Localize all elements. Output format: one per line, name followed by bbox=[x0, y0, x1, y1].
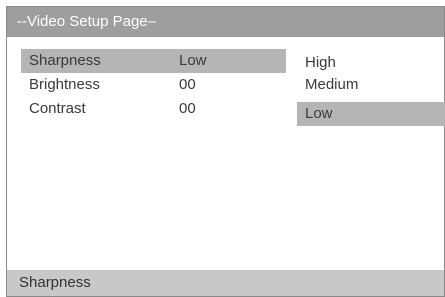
menu-item-label: Sharpness bbox=[29, 52, 101, 69]
menu-item-brightness[interactable]: Brightness 00 bbox=[21, 73, 286, 97]
sharpness-options: High Medium Low bbox=[297, 52, 445, 126]
menu-item-value: 00 bbox=[179, 100, 196, 117]
menu-item-sharpness[interactable]: Sharpness Low bbox=[21, 49, 286, 73]
menu-item-label: Brightness bbox=[29, 76, 100, 93]
option-medium[interactable]: Medium bbox=[297, 74, 445, 96]
option-high[interactable]: High bbox=[297, 52, 445, 74]
menu-item-value: Low bbox=[179, 52, 207, 69]
menu-item-label: Contrast bbox=[29, 100, 86, 117]
menu-item-contrast[interactable]: Contrast 00 bbox=[21, 97, 286, 121]
menu-item-value: 00 bbox=[179, 76, 196, 93]
status-bar: Sharpness bbox=[7, 270, 444, 296]
option-low[interactable]: Low bbox=[297, 102, 445, 126]
settings-menu: Sharpness Low Brightness 00 Contrast 00 bbox=[21, 49, 286, 121]
page-title: --Video Setup Page– bbox=[7, 7, 444, 37]
video-setup-screen: --Video Setup Page– Sharpness Low Bright… bbox=[6, 6, 445, 297]
